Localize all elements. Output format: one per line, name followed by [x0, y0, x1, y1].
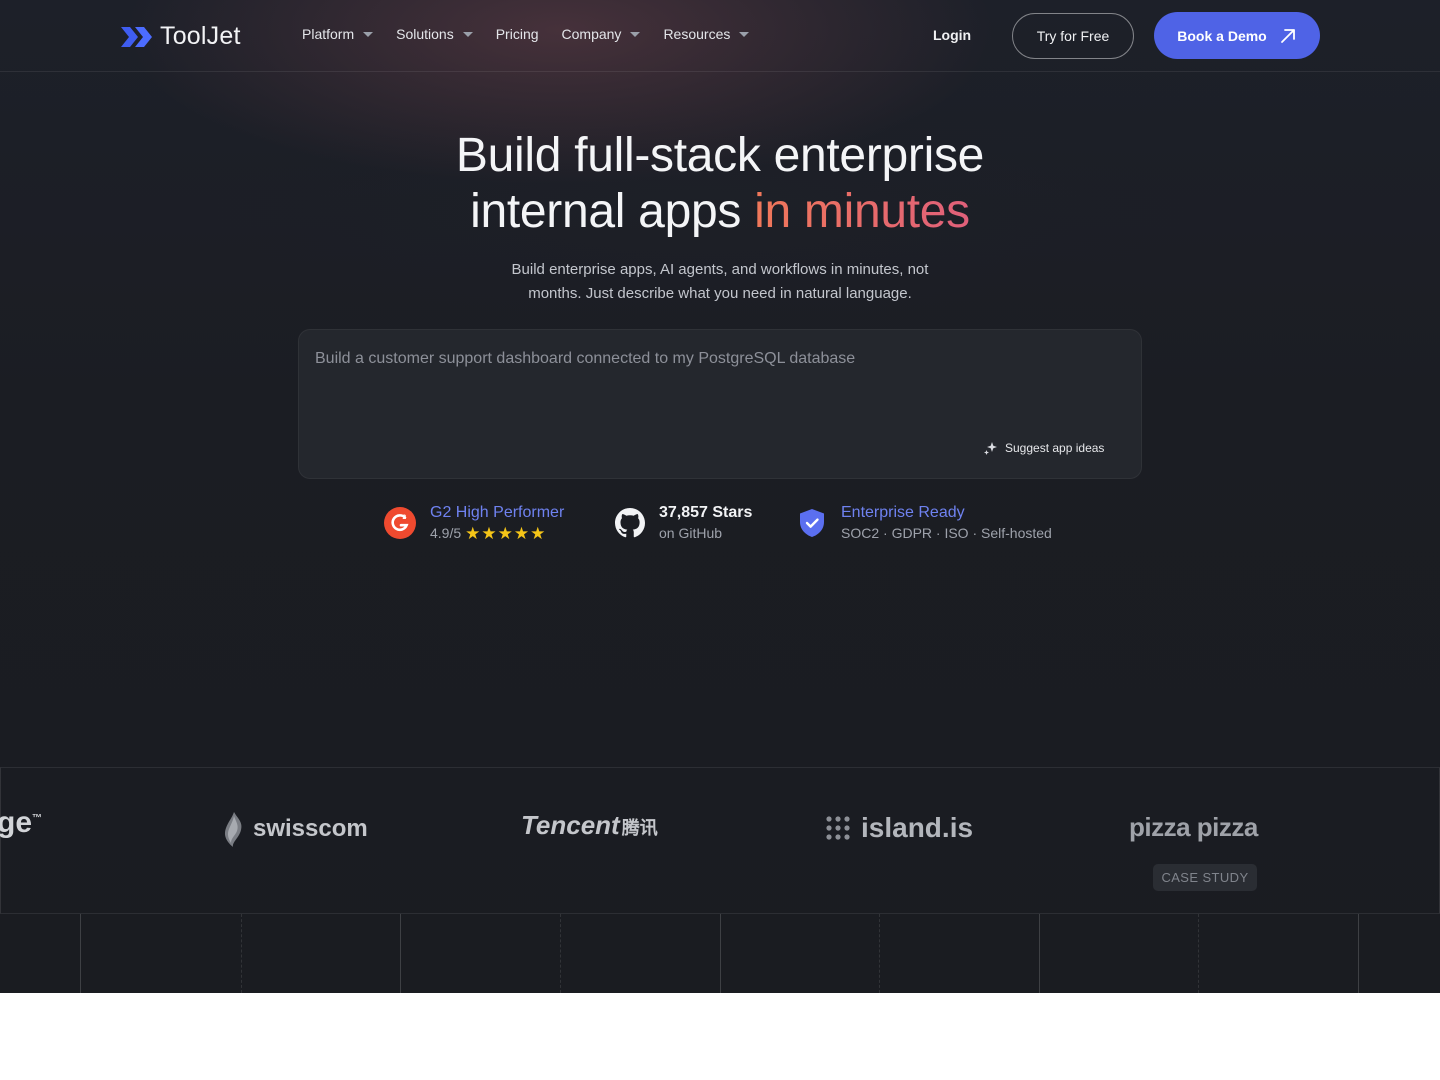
grid-line — [1198, 914, 1199, 993]
star-icon: ★ — [530, 523, 546, 543]
hero-subtitle-line2: months. Just describe what you need in n… — [528, 285, 912, 302]
tencent-cjk-text: 腾讯 — [621, 818, 658, 838]
enterprise-subtitle: SOC2 · GDPR · ISO · Self-hosted — [841, 525, 1052, 541]
hero-title-line1: Build full-stack enterprise — [455, 129, 985, 182]
grid-line — [720, 914, 721, 993]
partial-logo: ge™ — [0, 806, 42, 840]
try-for-free-label: Try for Free — [1036, 28, 1110, 44]
rating-stars: ★ ★ ★ ★ ★ — [465, 525, 545, 542]
book-demo-label: Book a Demo — [1177, 27, 1267, 44]
decorative-grid — [0, 914, 1440, 993]
star-icon: ★ — [465, 523, 481, 543]
github-stars: 37,857 Stars — [659, 504, 753, 521]
page: ToolJet Platform Solutions Pricing Compa… — [0, 0, 1440, 993]
chevron-down-icon — [462, 31, 473, 37]
pizza-pizza-logo: pizza pizza — [1129, 812, 1258, 843]
case-study-button[interactable]: CASE STUDY — [1153, 864, 1257, 891]
top-nav: ToolJet Platform Solutions Pricing Compa… — [0, 0, 1440, 72]
github-icon — [615, 508, 645, 538]
g2-logo-icon: 2 — [384, 507, 416, 539]
pizza-text: pizza pizza — [1129, 812, 1258, 842]
g2-rating: 4.9/5 — [430, 525, 462, 541]
menu-pricing[interactable]: Pricing — [496, 26, 539, 42]
github-badge[interactable]: 37,857 Stars on GitHub — [615, 503, 752, 543]
book-demo-button[interactable]: Book a Demo — [1154, 12, 1320, 59]
hero-subtitle: Build enterprise apps, AI agents, and wo… — [470, 258, 970, 306]
github-subtitle: on GitHub — [659, 525, 723, 541]
star-icon: ★ — [513, 523, 530, 543]
grid-line — [560, 914, 561, 993]
suggest-app-ideas-button[interactable]: Suggest app ideas — [983, 440, 1104, 456]
swisscom-mark-icon — [224, 812, 242, 847]
island-text: island.is — [861, 812, 974, 843]
try-for-free-button[interactable]: Try for Free — [1012, 13, 1134, 59]
hero-title-line2: internal apps in minutes — [0, 184, 1440, 240]
menu-solutions-label: Solutions — [396, 26, 454, 42]
svg-text:2: 2 — [403, 514, 407, 521]
tooljet-logo[interactable]: ToolJet — [120, 22, 241, 51]
partial-logo-text: ge — [0, 806, 33, 839]
chevron-down-icon — [363, 31, 374, 37]
menu-pricing-label: Pricing — [495, 26, 539, 42]
arrow-up-right-icon — [1280, 28, 1295, 43]
prompt-box: Suggest app ideas — [298, 329, 1142, 479]
grid-line — [1039, 914, 1040, 993]
main-menu: Platform Solutions Pricing Company Resou… — [302, 26, 772, 42]
enterprise-title: Enterprise Ready — [841, 504, 965, 521]
menu-company-label: Company — [561, 26, 622, 42]
logo-text: ToolJet — [160, 22, 241, 50]
grid-line — [1358, 914, 1359, 993]
hero-title-accent: in minutes — [754, 185, 970, 238]
menu-solutions[interactable]: Solutions — [396, 26, 473, 42]
menu-company[interactable]: Company — [562, 26, 641, 42]
shield-check-icon — [800, 509, 824, 537]
customer-logos-strip: ge™ swisscom Tencent 腾讯 island.is pizza … — [0, 767, 1440, 914]
island-dots-icon — [826, 816, 850, 840]
tencent-text: Tencent — [521, 810, 620, 840]
grid-line — [241, 914, 242, 993]
enterprise-badge[interactable]: Enterprise Ready SOC2 · GDPR · ISO · Sel… — [797, 503, 1052, 543]
tencent-logo: Tencent 腾讯 — [521, 810, 658, 841]
island-logo: island.is — [825, 812, 973, 844]
menu-resources[interactable]: Resources — [663, 26, 750, 42]
star-icon: ★ — [481, 523, 497, 543]
tooljet-chevrons-icon — [121, 26, 152, 47]
chevron-down-icon — [630, 31, 641, 37]
grid-line — [879, 914, 880, 993]
hero-subtitle-line1: Build enterprise apps, AI agents, and wo… — [511, 261, 929, 278]
prompt-input[interactable] — [315, 350, 1115, 430]
star-icon: ★ — [497, 523, 513, 543]
sparkle-icon — [984, 442, 997, 455]
swisscom-text: swisscom — [253, 815, 368, 842]
g2-title: G2 High Performer — [430, 504, 565, 521]
hero-title: Build full-stack enterprise internal app… — [0, 128, 1440, 240]
menu-platform-label: Platform — [302, 26, 355, 42]
chevron-down-icon — [739, 31, 750, 37]
suggest-label: Suggest app ideas — [1005, 441, 1105, 455]
hero-title-plain: internal apps — [470, 185, 742, 238]
swisscom-logo: swisscom — [219, 810, 368, 848]
grid-line — [400, 914, 401, 993]
grid-line — [80, 914, 81, 993]
login-link[interactable]: Login — [933, 27, 971, 43]
trust-badges: 2 G2 High Performer 4.9/5 ★ ★ ★ ★ ★ 37,8… — [0, 503, 1440, 547]
menu-platform[interactable]: Platform — [302, 26, 374, 42]
g2-badge[interactable]: 2 G2 High Performer 4.9/5 ★ ★ ★ ★ ★ — [384, 503, 564, 543]
menu-resources-label: Resources — [663, 26, 731, 42]
